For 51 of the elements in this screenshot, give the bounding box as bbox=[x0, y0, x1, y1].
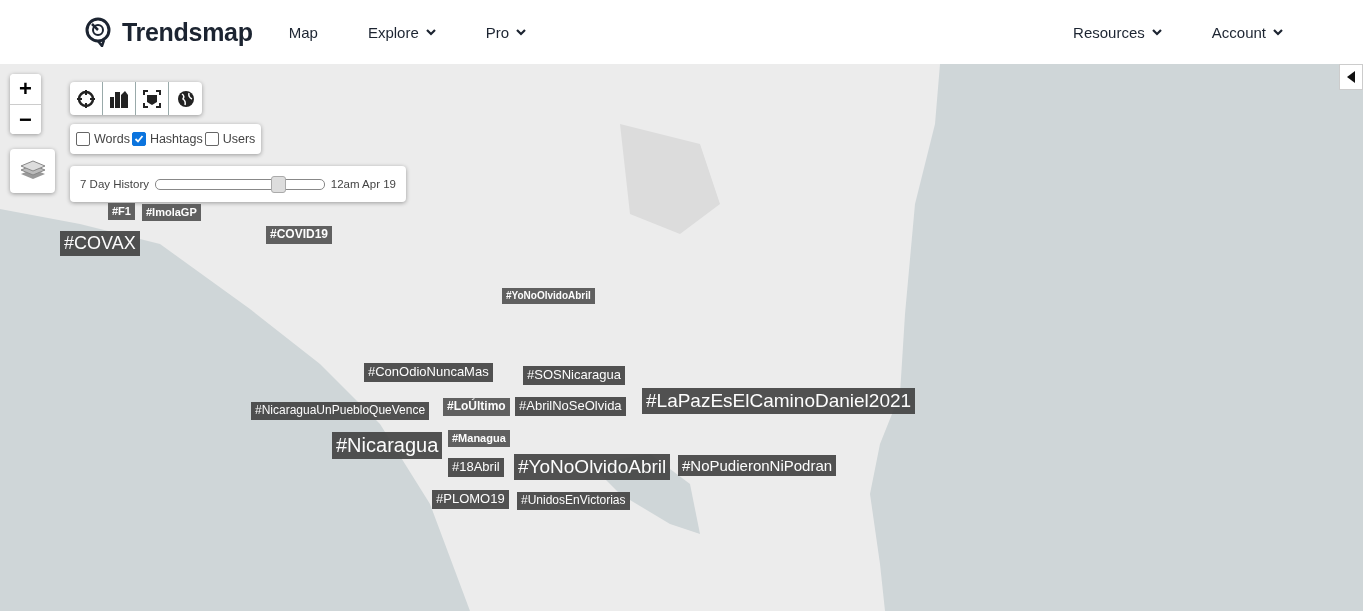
hashtag-label[interactable]: #Nicaragua bbox=[332, 432, 443, 459]
filter-label: Hashtags bbox=[149, 132, 203, 146]
hashtag-label[interactable]: #UnidosEnVictorias bbox=[517, 492, 630, 510]
hashtag-label[interactable]: #NicaraguaUnPuebloQueVence bbox=[251, 402, 430, 420]
nav-link[interactable]: Resources bbox=[1073, 23, 1162, 41]
hashtag-label[interactable]: #LaPazEsElCaminoDaniel2021 bbox=[642, 388, 916, 414]
hashtag-label[interactable]: #COVAX bbox=[60, 231, 140, 256]
hashtag-label[interactable]: #SOSNicaragua bbox=[523, 366, 625, 385]
layers-button[interactable] bbox=[10, 149, 55, 193]
checkbox[interactable] bbox=[76, 132, 90, 146]
hashtag-label[interactable]: #18Abril bbox=[448, 458, 504, 477]
filter-checkbox[interactable]: Words bbox=[76, 132, 130, 146]
logo-text[interactable]: Trendsmap bbox=[122, 17, 253, 47]
crosshair-icon bbox=[77, 89, 95, 108]
slider-thumb[interactable] bbox=[271, 175, 287, 193]
hashtag-label[interactable]: #YoNoOlvidoAbril bbox=[514, 454, 671, 480]
hashtag-label[interactable]: #F1 bbox=[108, 203, 135, 220]
nav-link[interactable]: Pro bbox=[485, 23, 527, 41]
chevron-icon bbox=[1273, 28, 1283, 36]
history-label: 7 Day History bbox=[80, 178, 150, 190]
hashtag-label[interactable]: #ConOdioNuncaMas bbox=[364, 363, 493, 382]
chevron-icon bbox=[1151, 28, 1162, 36]
checkbox[interactable] bbox=[131, 132, 146, 146]
hashtag-label[interactable]: #NoPudieronNiPodran bbox=[678, 455, 837, 477]
history-slider[interactable] bbox=[155, 178, 325, 190]
filter-label: Words bbox=[94, 132, 130, 146]
globe-icon bbox=[176, 89, 195, 108]
hashtag-label[interactable]: #PLOMO19 bbox=[432, 490, 509, 509]
chevron-icon bbox=[516, 28, 527, 36]
hashtag-label[interactable]: #YoNoOlvidoAbril bbox=[502, 288, 595, 304]
hashtag-label[interactable]: #COVID19 bbox=[266, 226, 333, 244]
map[interactable] bbox=[0, 64, 1363, 611]
filter-label: Users bbox=[222, 132, 256, 146]
panel-toggle-button[interactable] bbox=[1339, 64, 1363, 90]
nav-link[interactable]: Account bbox=[1211, 23, 1283, 41]
history-time: 12am Apr 19 bbox=[330, 178, 396, 190]
chevron-icon bbox=[425, 28, 436, 36]
filter-checkbox[interactable]: Hashtags bbox=[131, 132, 203, 146]
hashtag-label[interactable]: #LoÚltimo bbox=[443, 398, 510, 416]
hashtag-label[interactable]: #AbrilNoSeOlvida bbox=[515, 397, 626, 416]
zoom-in-button[interactable]: + bbox=[10, 74, 41, 104]
nav-link[interactable]: Explore bbox=[367, 23, 436, 41]
region-icon bbox=[143, 89, 161, 108]
hashtag-label[interactable]: #ImolaGP bbox=[142, 204, 201, 221]
buildings-icon bbox=[109, 89, 129, 108]
filter-checkbox[interactable]: Users bbox=[204, 132, 256, 146]
triangle-left-icon bbox=[1347, 71, 1355, 83]
hashtag-label[interactable]: #Managua bbox=[448, 430, 510, 447]
checkbox[interactable] bbox=[204, 132, 219, 146]
zoom-out-button[interactable]: − bbox=[10, 104, 41, 134]
nav-link[interactable]: Map bbox=[288, 23, 318, 41]
